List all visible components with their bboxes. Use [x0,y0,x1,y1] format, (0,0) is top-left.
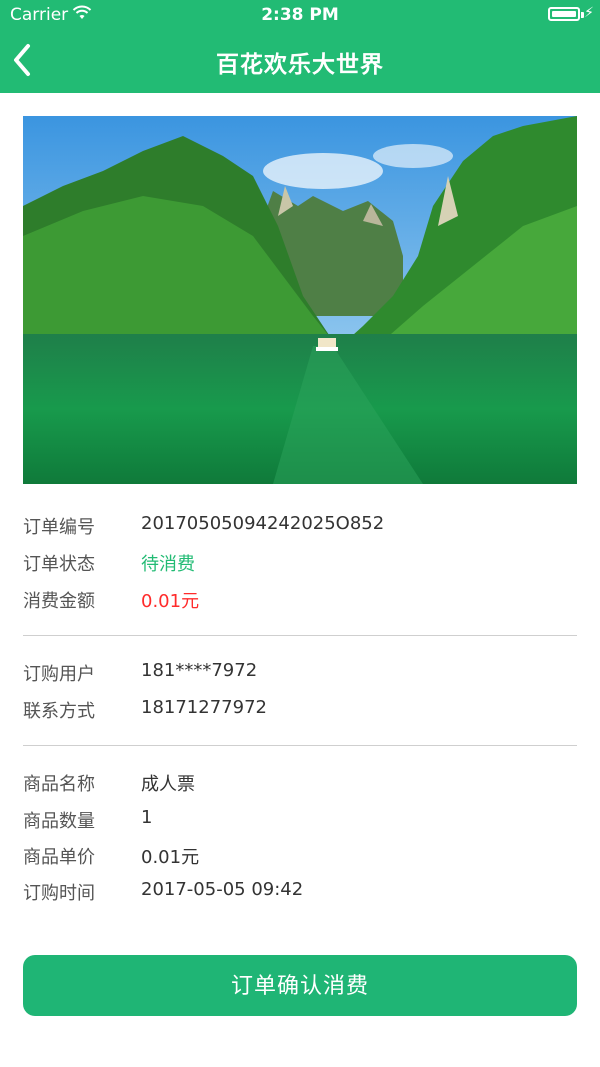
order-number-value: 20170505094242025O852 [141,513,385,534]
product-quantity-value: 1 [141,807,153,828]
contact-label: 联系方式 [23,701,95,722]
order-time-value: 2017-05-05 09:42 [141,879,304,900]
contact-value: 18171277972 [141,697,267,718]
confirm-consume-button[interactable]: 订单确认消费 [23,955,577,1016]
status-bar: Carrier 2:38 PM ⚡ [0,0,600,30]
status-time: 2:38 PM [261,5,339,25]
amount-value: 0.01元 [141,591,200,612]
order-status-value: 待消费 [141,554,195,575]
top-bar: Carrier 2:38 PM ⚡ 百花欢乐大世界 [0,0,600,93]
product-name-value: 成人票 [141,774,195,795]
product-quantity-label: 商品数量 [23,811,95,832]
amount-label: 消费金额 [23,591,95,612]
unit-price-label: 商品单价 [23,847,95,868]
battery-icon [548,7,580,21]
buyer-label: 订购用户 [23,664,95,685]
product-name-label: 商品名称 [23,774,95,795]
divider [23,745,577,746]
product-photo [23,116,577,484]
page-title: 百花欢乐大世界 [216,52,384,78]
order-time-label: 订购时间 [23,883,95,904]
order-number-label: 订单编号 [23,517,95,538]
order-status-label: 订单状态 [23,554,95,575]
buyer-value: 181****7972 [141,660,258,681]
unit-price-value: 0.01元 [141,847,200,868]
divider [23,635,577,636]
charging-icon: ⚡ [584,5,594,21]
